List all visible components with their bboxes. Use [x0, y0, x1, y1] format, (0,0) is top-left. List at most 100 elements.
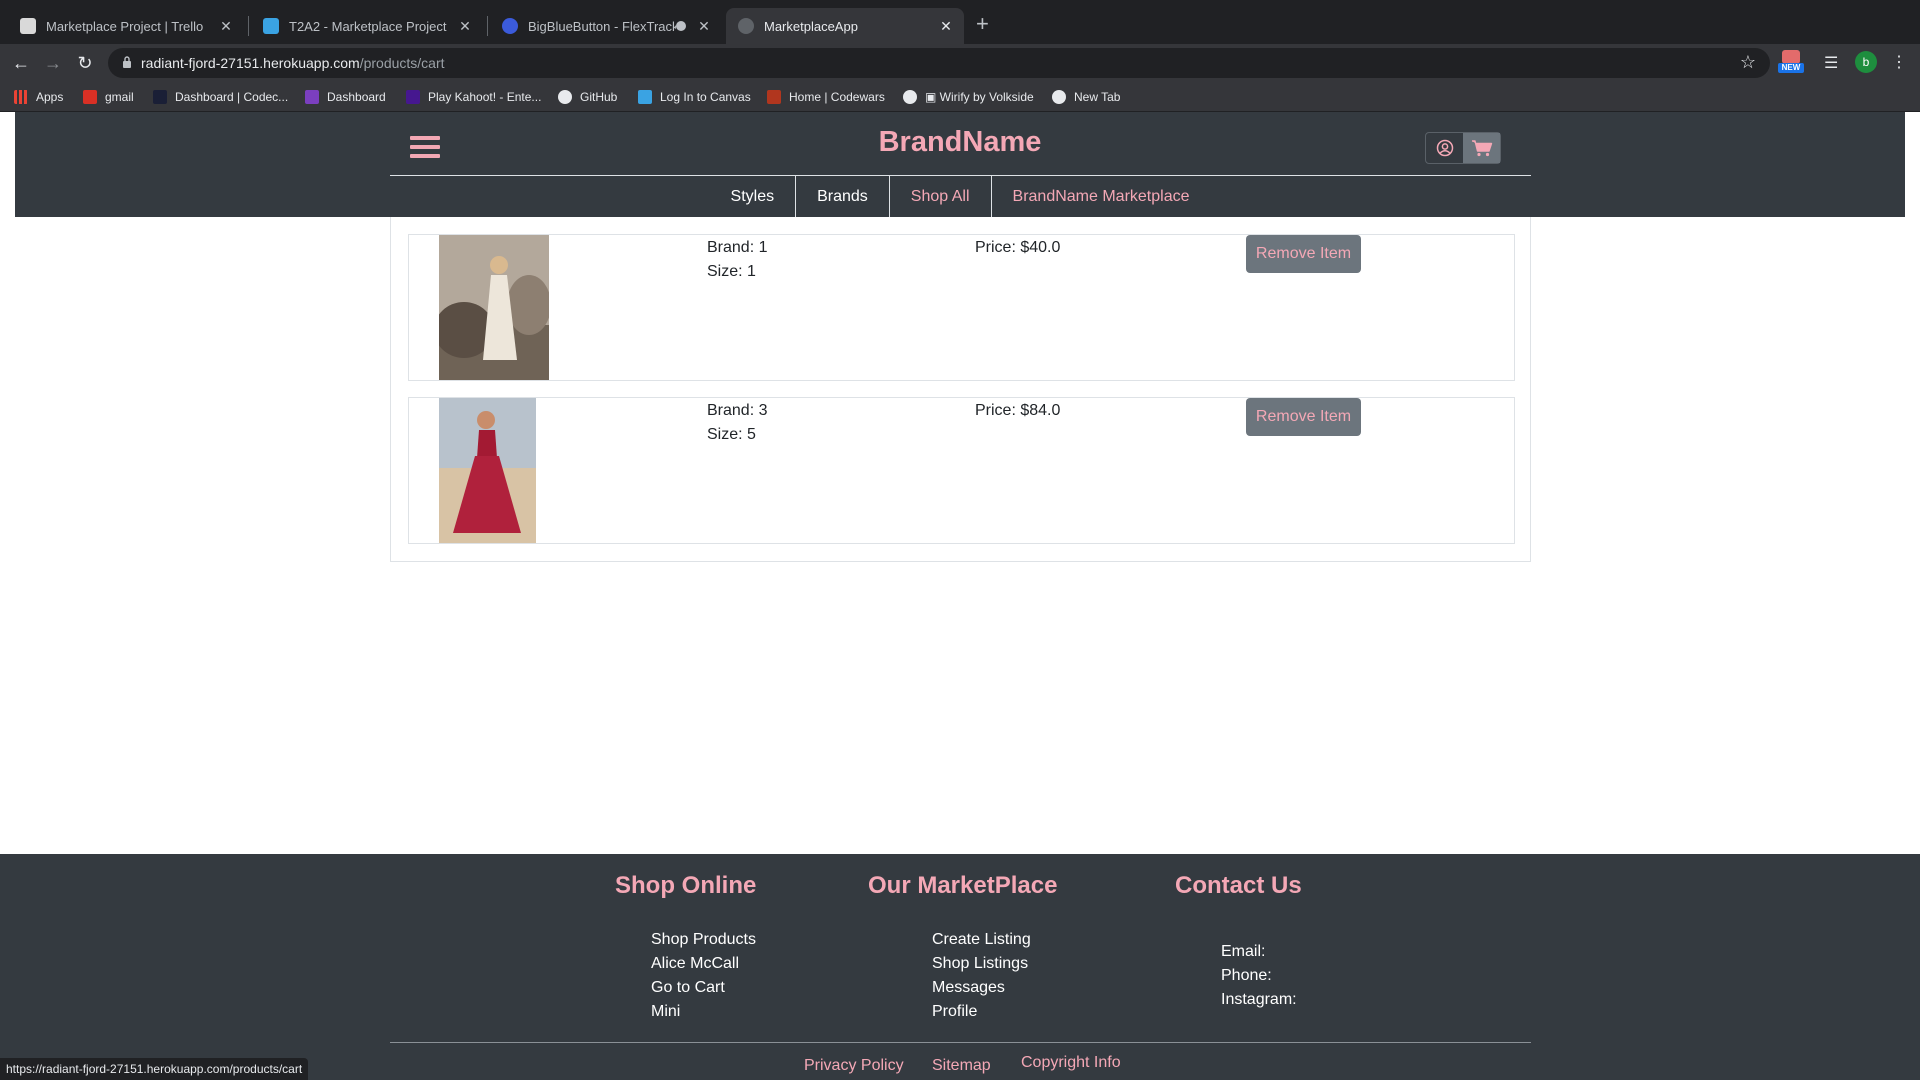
close-tab-icon[interactable]: ✕ [453, 18, 477, 35]
header-icon-group [1425, 132, 1501, 164]
bookmark-label: GitHub [580, 90, 618, 104]
kahoot-icon [406, 90, 420, 104]
browser-toolbar: ← → ↻ radiant-fjord-27151.herokuapp.com/… [0, 44, 1920, 82]
browser-tab-canvas[interactable]: T2A2 - Marketplace Project ✕ [251, 8, 483, 44]
url-text: radiant-fjord-27151.herokuapp.com/produc… [141, 55, 445, 71]
tab-title: T2A2 - Marketplace Project [289, 18, 447, 34]
cart-item-brand: Brand: 1 [707, 239, 768, 256]
browser-status-url: https://radiant-fjord-27151.herokuapp.co… [0, 1058, 309, 1080]
site-footer: Shop Online Shop Products Alice McCall G… [0, 854, 1920, 1080]
nav-styles[interactable]: Styles [710, 176, 796, 217]
footer-link-profile[interactable]: Profile [932, 1000, 1031, 1024]
shopping-cart-icon[interactable] [1463, 133, 1500, 163]
tab-title: Marketplace Project | Trello [46, 18, 204, 34]
footer-link-mini[interactable]: Mini [651, 1000, 756, 1024]
browser-menu-icon[interactable]: ⋮ [1891, 52, 1907, 72]
footer-link-go-to-cart[interactable]: Go to Cart [651, 976, 756, 1000]
footer-link-shop-products[interactable]: Shop Products [651, 928, 756, 952]
bookmarks-bar: Apps gmail Dashboard | Codec... Dashboar… [0, 82, 1920, 112]
bookmark-new-tab[interactable]: New Tab [1052, 82, 1120, 112]
extension-new-icon[interactable]: NEW [1778, 50, 1804, 76]
codewars-icon [767, 90, 781, 104]
bookmark-label: Apps [36, 90, 64, 104]
bookmark-apps[interactable]: Apps [14, 82, 63, 112]
reload-icon[interactable]: ↻ [74, 52, 96, 74]
forward-arrow-icon[interactable]: → [42, 52, 64, 74]
close-tab-icon[interactable]: ✕ [214, 18, 238, 35]
bookmark-canvas-login[interactable]: Log In to Canvas [638, 82, 751, 112]
footer-link-shop-listings[interactable]: Shop Listings [932, 952, 1031, 976]
ed-icon [305, 90, 319, 104]
bookmark-label: New Tab [1074, 90, 1121, 104]
codecademy-icon [153, 90, 167, 104]
cart-item-size: Size: 5 [707, 426, 756, 443]
cart-item-price: Price: $84.0 [975, 402, 1061, 419]
address-bar[interactable]: radiant-fjord-27151.herokuapp.com/produc… [108, 48, 1770, 78]
canvas-a-icon [638, 90, 652, 104]
url-host: radiant-fjord-27151.herokuapp.com [141, 55, 360, 71]
site-header: BrandName Styles Brands Shop All BrandNa… [15, 112, 1905, 217]
bookmark-label: gmail [105, 90, 134, 104]
page-viewport: BrandName Styles Brands Shop All BrandNa… [0, 112, 1920, 1080]
footer-contact-details: Email: Phone: Instagram: [1221, 940, 1297, 1012]
lock-icon [123, 56, 131, 68]
browser-tab-bigbluebutton[interactable]: BigBlueButton - FlexTrack - ✕ [490, 8, 722, 44]
cart-item-brand: Brand: 3 [707, 402, 768, 419]
profile-avatar[interactable]: b [1855, 51, 1877, 73]
footer-shop-online-title: Shop Online [615, 872, 757, 899]
footer-link-create-listing[interactable]: Create Listing [932, 928, 1031, 952]
ext-badge: NEW [1778, 63, 1804, 73]
globe-icon [903, 90, 917, 104]
bookmark-wirify[interactable]: ▣ Wirify by Volkside [903, 82, 1034, 112]
nav-shop-all[interactable]: Shop All [888, 176, 991, 217]
bookmark-star-icon[interactable]: ☆ [1740, 52, 1756, 73]
bookmark-label: ▣ Wirify by Volkside [925, 90, 1034, 104]
bookmark-codewars[interactable]: Home | Codewars [767, 82, 885, 112]
browser-tab-trello[interactable]: Marketplace Project | Trello ✕ [8, 8, 244, 44]
cart-item-price: Price: $40.0 [975, 239, 1061, 256]
red-dress-photo [439, 398, 536, 543]
back-arrow-icon[interactable]: ← [10, 52, 32, 74]
globe-icon [738, 18, 754, 34]
tab-divider [248, 16, 249, 36]
nav-brands[interactable]: Brands [795, 176, 889, 217]
footer-link-alice-mccall[interactable]: Alice McCall [651, 952, 756, 976]
browser-tab-marketplaceapp[interactable]: MarketplaceApp ✕ [726, 8, 964, 44]
remove-item-button[interactable]: Remove Item [1246, 235, 1361, 273]
bookmark-ed-dashboard[interactable]: Dashboard [305, 82, 386, 112]
close-tab-icon[interactable]: ✕ [692, 18, 716, 35]
contact-phone: Phone: [1221, 967, 1272, 984]
browser-tab-strip: Marketplace Project | Trello ✕ T2A2 - Ma… [0, 0, 1920, 44]
footer-marketplace-links: Create Listing Shop Listings Messages Pr… [932, 928, 1031, 1024]
new-tab-button[interactable]: + [976, 12, 989, 36]
bookmark-codecademy[interactable]: Dashboard | Codec... [153, 82, 288, 112]
main-nav: Styles Brands Shop All BrandName Marketp… [15, 176, 1905, 217]
media-queue-icon[interactable]: ☰ [1824, 53, 1838, 73]
bookmark-label: Log In to Canvas [660, 90, 751, 104]
tab-title: MarketplaceApp [764, 18, 858, 34]
footer-link-privacy-policy[interactable]: Privacy Policy [804, 1057, 904, 1075]
gmail-icon [83, 90, 97, 104]
user-account-icon[interactable] [1426, 133, 1463, 163]
bookmark-label: Dashboard | Codec... [175, 90, 289, 104]
bookmark-gmail[interactable]: gmail [83, 82, 134, 112]
bookmark-github[interactable]: GitHub [558, 82, 617, 112]
bookmark-label: Home | Codewars [789, 90, 885, 104]
contact-instagram: Instagram: [1221, 991, 1297, 1008]
close-tab-icon[interactable]: ✕ [934, 18, 958, 35]
remove-item-button[interactable]: Remove Item [1246, 398, 1361, 436]
recording-icon [676, 21, 686, 31]
bigbluebutton-icon [502, 18, 518, 34]
cart-item-size: Size: 1 [707, 263, 756, 280]
footer-link-copyright-info[interactable]: Copyright Info [1021, 1054, 1121, 1072]
bookmark-kahoot[interactable]: Play Kahoot! - Ente... [406, 82, 541, 112]
canvas-a-icon [263, 18, 279, 34]
footer-link-sitemap[interactable]: Sitemap [932, 1057, 991, 1075]
footer-link-messages[interactable]: Messages [932, 976, 1031, 1000]
tab-divider [487, 16, 488, 36]
bookmark-label: Play Kahoot! - Ente... [428, 90, 542, 104]
nav-brandname-marketplace[interactable]: BrandName Marketplace [990, 176, 1211, 217]
brand-logo-text[interactable]: BrandName [15, 126, 1905, 159]
cream-dress-photo [439, 235, 549, 380]
footer-marketplace-title: Our MarketPlace [868, 872, 1058, 899]
